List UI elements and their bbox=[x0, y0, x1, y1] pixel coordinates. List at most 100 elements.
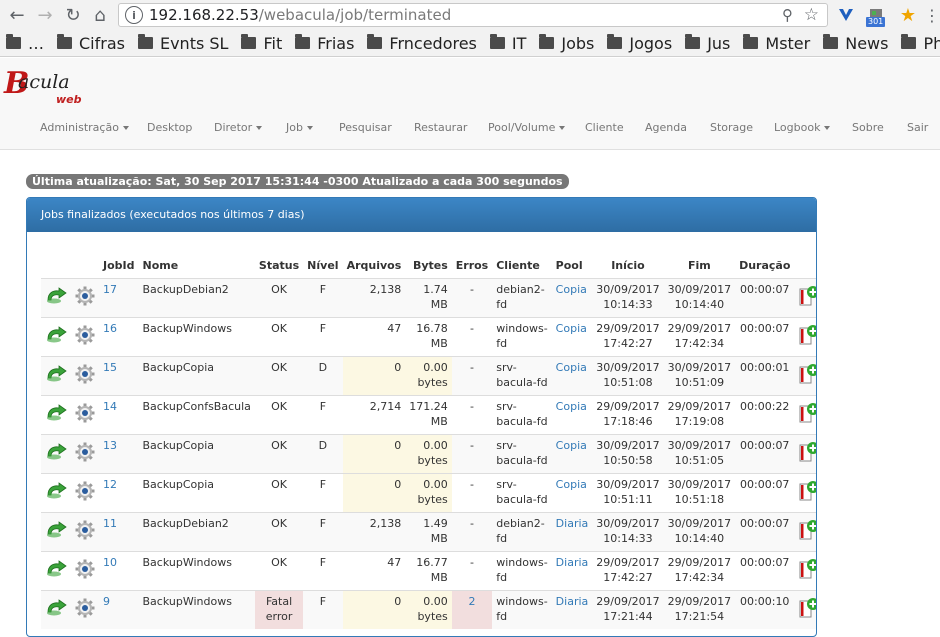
details-cell bbox=[71, 394, 99, 434]
pool-link[interactable]: Diaria bbox=[556, 556, 589, 569]
back-icon[interactable]: ← bbox=[6, 4, 28, 26]
restart-job-icon[interactable] bbox=[45, 287, 67, 305]
gear-icon[interactable] bbox=[75, 403, 95, 426]
pool-link[interactable]: Copia bbox=[556, 400, 587, 413]
bacula-web-logo[interactable]: B acula web bbox=[4, 66, 94, 108]
details-cell bbox=[71, 472, 99, 512]
pool-link[interactable]: Copia bbox=[556, 439, 587, 452]
jobid-link[interactable]: 10 bbox=[103, 556, 117, 569]
home-icon[interactable]: ⌂ bbox=[89, 4, 111, 26]
menu-item[interactable]: Pesquisar bbox=[339, 121, 392, 134]
menu-item[interactable]: Pool/Volume bbox=[488, 121, 566, 134]
log-add-icon[interactable] bbox=[798, 324, 816, 346]
gear-icon[interactable] bbox=[75, 598, 95, 621]
gear-icon[interactable] bbox=[75, 520, 95, 543]
bookmark-folder[interactable]: Evnts SL bbox=[137, 34, 228, 53]
restart-job-icon[interactable] bbox=[45, 443, 67, 461]
bookmark-folder[interactable]: Frias bbox=[295, 34, 354, 53]
gear-icon[interactable] bbox=[75, 286, 95, 309]
jobid-link[interactable]: 17 bbox=[103, 283, 117, 296]
jobid-link[interactable]: 9 bbox=[103, 595, 110, 608]
bookmark-folder[interactable]: Mster bbox=[743, 34, 810, 53]
bookmark-folder[interactable]: Frncedores bbox=[367, 34, 477, 53]
jobid-link[interactable]: 12 bbox=[103, 478, 117, 491]
menu-icon[interactable]: ⋮ bbox=[922, 4, 940, 26]
gear-icon[interactable] bbox=[75, 442, 95, 465]
info-icon[interactable]: i bbox=[125, 6, 143, 24]
folder-icon bbox=[901, 34, 917, 49]
column-header: Fim bbox=[663, 254, 736, 279]
restart-job-icon[interactable] bbox=[45, 326, 67, 344]
gear-icon[interactable] bbox=[75, 481, 95, 504]
restart-job-icon[interactable] bbox=[45, 404, 67, 422]
gear-icon[interactable] bbox=[75, 325, 95, 348]
menu-item[interactable]: Job bbox=[286, 121, 313, 134]
bookmark-folder[interactable]: Cifras bbox=[57, 34, 125, 53]
log-add-icon[interactable] bbox=[798, 441, 816, 463]
log-add-icon[interactable] bbox=[798, 597, 816, 619]
restart-job-icon[interactable] bbox=[45, 599, 67, 617]
log-add-icon[interactable] bbox=[798, 285, 816, 307]
log-cell bbox=[794, 550, 816, 590]
job-files: 0 bbox=[342, 589, 406, 629]
log-add-icon[interactable] bbox=[798, 519, 816, 541]
forward-icon[interactable]: → bbox=[34, 4, 56, 26]
pool-link[interactable]: Copia bbox=[556, 478, 587, 491]
bookmark-star-icon[interactable]: ☆ bbox=[804, 5, 819, 25]
log-add-icon[interactable] bbox=[798, 558, 816, 580]
menu-item[interactable]: Logbook bbox=[774, 121, 831, 134]
menu-item[interactable]: Sobre bbox=[852, 121, 884, 134]
star-extension-icon[interactable]: ★ bbox=[898, 4, 918, 26]
pool-link[interactable]: Diaria bbox=[556, 595, 589, 608]
restart-job-icon[interactable] bbox=[45, 365, 67, 383]
bookmark-folder[interactable]: News bbox=[823, 34, 888, 53]
job-duration: 00:00:01 bbox=[735, 355, 795, 395]
jobid-link[interactable]: 14 bbox=[103, 400, 117, 413]
column-header: Arquivos bbox=[342, 254, 406, 279]
bookmark-folder[interactable]: Jus bbox=[685, 34, 730, 53]
jobid-link[interactable]: 15 bbox=[103, 361, 117, 374]
bookmark-folder[interactable]: Jobs bbox=[539, 34, 594, 53]
address-bar[interactable]: i 192.168.22.53/webacula/job/terminated … bbox=[118, 3, 828, 27]
bookmark-folder[interactable]: Jogos bbox=[607, 34, 672, 53]
bookmark-folder[interactable]: Fit bbox=[241, 34, 282, 53]
restart-job-icon[interactable] bbox=[45, 560, 67, 578]
job-duration: 00:00:07 bbox=[735, 277, 795, 317]
jobid-link[interactable]: 16 bbox=[103, 322, 117, 335]
gear-icon[interactable] bbox=[75, 559, 95, 582]
menu-item[interactable]: Diretor bbox=[214, 121, 263, 134]
menu-item[interactable]: Cliente bbox=[585, 121, 624, 134]
pool-link[interactable]: Copia bbox=[556, 361, 587, 374]
bookmark-folder[interactable]: … bbox=[6, 34, 44, 53]
jobid-link[interactable]: 13 bbox=[103, 439, 117, 452]
gear-icon[interactable] bbox=[75, 364, 95, 387]
menu-item[interactable]: Agenda bbox=[645, 121, 687, 134]
menu-item[interactable]: Storage bbox=[710, 121, 753, 134]
vimium-extension-icon[interactable] bbox=[836, 4, 856, 26]
restart-job-icon[interactable] bbox=[45, 482, 67, 500]
bookmark-folder[interactable]: PhD bbox=[901, 34, 940, 53]
log-add-icon[interactable] bbox=[798, 363, 816, 385]
job-client: srv-bacula-fd bbox=[492, 394, 552, 434]
menu-item[interactable]: Restaurar bbox=[414, 121, 467, 134]
menu-item[interactable]: Administração bbox=[40, 121, 129, 134]
restart-job-icon[interactable] bbox=[45, 521, 67, 539]
zoom-icon[interactable]: ⚲ bbox=[782, 6, 793, 24]
job-end: 30/09/2017 10:14:40 bbox=[663, 511, 736, 551]
column-header bbox=[71, 254, 99, 279]
pool-link[interactable]: Copia bbox=[556, 322, 587, 335]
menu-item[interactable]: Desktop bbox=[147, 121, 192, 134]
jobid-cell: 17 bbox=[99, 277, 139, 317]
job-duration: 00:00:07 bbox=[735, 550, 795, 590]
bookmark-folder[interactable]: IT bbox=[489, 34, 526, 53]
pool-link[interactable]: Copia bbox=[556, 283, 587, 296]
log-add-icon[interactable] bbox=[798, 480, 816, 502]
errors-link[interactable]: 2 bbox=[469, 595, 476, 608]
log-add-icon[interactable] bbox=[798, 402, 816, 424]
reload-icon[interactable]: ↻ bbox=[62, 4, 84, 26]
jobid-link[interactable]: 11 bbox=[103, 517, 117, 530]
menu-item[interactable]: Sair bbox=[907, 121, 928, 134]
job-status: OK bbox=[254, 316, 304, 356]
pool-link[interactable]: Diaria bbox=[556, 517, 589, 530]
job-pool-cell: Diaria bbox=[551, 589, 593, 629]
